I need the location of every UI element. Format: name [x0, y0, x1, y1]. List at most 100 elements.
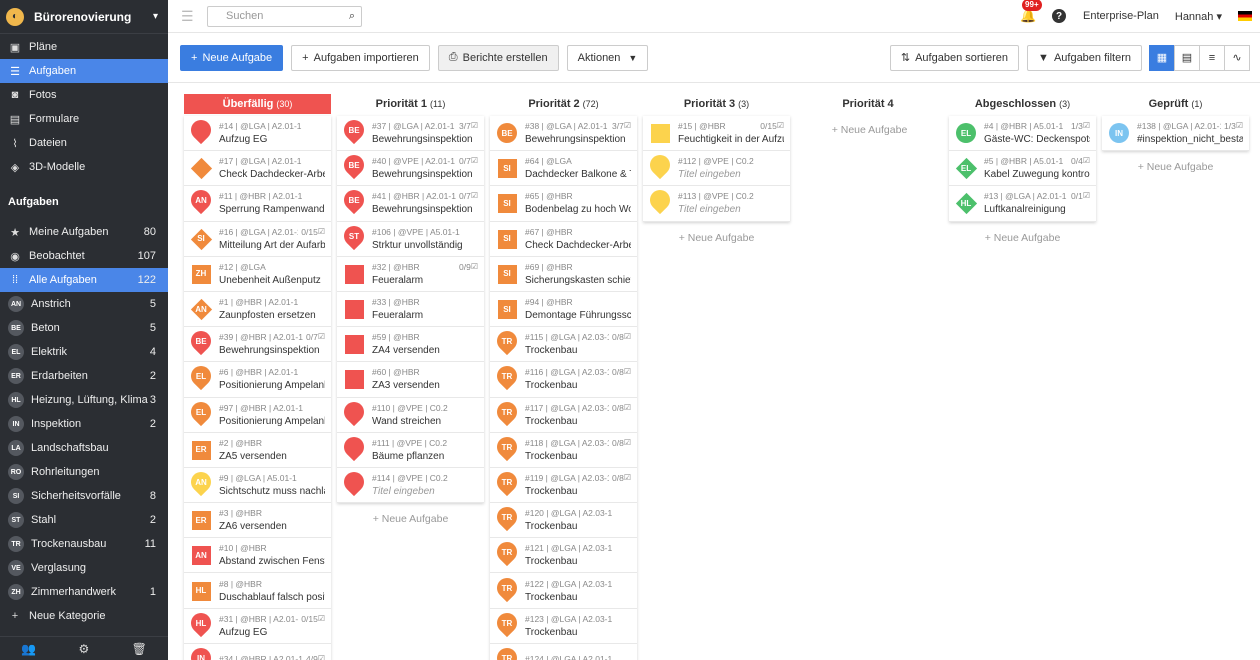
category-item[interactable]: BE Beton 5 [0, 316, 168, 340]
user-menu[interactable]: Hannah ▾ [1175, 10, 1222, 23]
task-card[interactable]: #110 | @VPE | C0.2 Wand streichen [337, 397, 484, 433]
add-task-button[interactable]: + Neue Aufgabe [1102, 161, 1249, 173]
help-icon[interactable]: ? [1052, 9, 1067, 23]
task-card[interactable]: TR #115 | @LGA | A2.03-1 0/8 ☑ Trockenbau [490, 327, 637, 363]
chart-view-icon[interactable]: ∿ [1224, 44, 1250, 71]
task-card[interactable]: AN #1 | @HBR | A2.01-1 Zaunpfosten ersetze… [184, 291, 331, 328]
gear-icon[interactable]: ⚙ [78, 642, 89, 656]
filter-item-1[interactable]: ◉ Beobachtet 107 [0, 244, 168, 268]
category-item[interactable]: ST Stahl 2 [0, 508, 168, 532]
users-icon[interactable]: 👥 [21, 642, 36, 656]
trash-icon[interactable]: 🗑 [132, 642, 147, 656]
task-card[interactable]: SI #94 | @HBR Demontage Führungsschiene [490, 291, 637, 328]
category-item[interactable]: ER Erdarbeiten 2 [0, 364, 168, 388]
add-task-button[interactable]: + Neue Aufgabe [643, 232, 790, 244]
task-card[interactable]: #17 | @LGA | A2.01-1 Check Dachdecker-Arb… [184, 151, 331, 187]
task-card[interactable]: #112 | @VPE | C0.2 Titel eingeben [643, 151, 790, 187]
add-task-button[interactable]: + Neue Aufgabe [337, 513, 484, 525]
task-card[interactable]: #114 | @VPE | C0.2 Titel eingeben [337, 467, 484, 504]
category-item[interactable]: ZH Zimmerhandwerk 1 [0, 580, 168, 604]
add-task-button[interactable]: + Neue Aufgabe [796, 124, 943, 136]
import-tasks-button[interactable]: + Aufgaben importieren [291, 44, 430, 71]
hamburger-icon[interactable]: ☰ [181, 8, 197, 25]
sidebar-item-3d-modelle[interactable]: ◈ 3D-Modelle [0, 155, 168, 179]
task-card[interactable]: IN #34 | @HBR | A2.01-1 4/9 ☑ [184, 643, 331, 660]
filter-tasks-button[interactable]: ▼ Aufgaben filtern [1027, 44, 1142, 71]
task-card[interactable]: TR #118 | @LGA | A2.03-1 0/8 ☑ Trockenbau [490, 432, 637, 468]
add-task-button[interactable]: + Neue Aufgabe [949, 232, 1096, 244]
task-card[interactable]: EL #4 | @HBR | A5.01-1 1/3 ☑ Gäste-WC: Deck… [949, 116, 1096, 152]
category-item[interactable]: TR Trockenausbau 11 [0, 532, 168, 556]
task-card[interactable]: TR #123 | @LGA | A2.03-1 Trockenbau [490, 608, 637, 644]
task-card[interactable]: SI #67 | @HBR Check Dachdecker-Arbeiten [490, 221, 637, 257]
sidebar-item-formulare[interactable]: ▤ Formulare [0, 107, 168, 131]
task-card[interactable]: IN #138 | @LGA | A2.01-1 1/3 ☑ #inspektion_… [1102, 116, 1249, 152]
task-card[interactable]: SI #16 | @LGA | A2.01-1 0/15 ☑ Mitteilung A… [184, 221, 331, 257]
new-task-button[interactable]: + Neue Aufgabe [180, 44, 284, 71]
task-card[interactable]: TR #120 | @LGA | A2.03-1 Trockenbau [490, 503, 637, 539]
task-card[interactable]: #111 | @VPE | C0.2 Bäume pflanzen [337, 432, 484, 468]
filter-item-0[interactable]: ★ Meine Aufgaben 80 [0, 220, 168, 244]
category-item[interactable]: EL Elektrik 4 [0, 340, 168, 364]
sidebar-item-fotos[interactable]: ◙ Fotos [0, 83, 168, 107]
sidebar-item-aufgaben[interactable]: ☰ Aufgaben [0, 59, 168, 83]
task-card[interactable]: TR #119 | @LGA | A2.03-1 0/8 ☑ Trockenbau [490, 467, 637, 504]
task-card[interactable]: BE #40 | @VPE | A2.01-1 0/7 ☑ Bewehrungsins… [337, 151, 484, 187]
task-card[interactable]: TR #122 | @LGA | A2.03-1 Trockenbau [490, 573, 637, 609]
task-card[interactable]: EL #6 | @HBR | A2.01-1 Positionierung Ampe… [184, 362, 331, 398]
task-card[interactable]: HL #31 | @HBR | A2.01-1 0/15 ☑ Aufzug EG [184, 608, 331, 644]
board-view-icon[interactable]: ▦ [1149, 44, 1175, 71]
calendar-view-icon[interactable]: ▤ [1174, 44, 1200, 71]
task-card[interactable]: TR #121 | @LGA | A2.03-1 Trockenbau [490, 538, 637, 574]
sort-tasks-button[interactable]: ⇅ Aufgaben sortieren [889, 44, 1020, 71]
category-item[interactable]: IN Inspektion 2 [0, 412, 168, 436]
create-reports-button[interactable]: ⎙ Berichte erstellen [437, 44, 559, 71]
task-card[interactable]: TR #124 | @LGA | A2.01-1 [490, 643, 637, 660]
task-card[interactable]: HL #8 | @HBR Duschablauf falsch positionie… [184, 573, 331, 609]
task-card[interactable]: #113 | @VPE | C0.2 Titel eingeben [643, 186, 790, 222]
task-card[interactable]: #14 | @LGA | A2.01-1 Aufzug EG [184, 116, 331, 152]
gantt-view-icon[interactable]: ≡ [1199, 44, 1225, 71]
category-item[interactable]: LA Landschaftsbau [0, 436, 168, 460]
task-card[interactable]: HL #13 | @LGA | A2.01-1 0/1 ☑ Luftkanalrein… [949, 186, 1096, 222]
task-card[interactable]: #59 | @HBR ZA4 versenden [337, 327, 484, 363]
category-item[interactable]: RO Rohrleitungen [0, 460, 168, 484]
category-item[interactable]: SI Sicherheitsvorfälle 8 [0, 484, 168, 508]
task-card[interactable]: #60 | @HBR ZA3 versenden [337, 362, 484, 398]
task-card[interactable]: #15 | @HBR 0/15 ☑ Feuchtigkeit in der Aufz… [643, 116, 790, 152]
task-card[interactable]: #33 | @HBR Feueralarm [337, 291, 484, 328]
task-card[interactable]: SI #64 | @LGA Dachdecker Balkone & Terrass… [490, 151, 637, 187]
project-switcher[interactable]: ◐ Bürorenovierung ▾ [0, 0, 168, 34]
sidebar-item-pläne[interactable]: ▣ Pläne [0, 35, 168, 59]
task-card[interactable]: AN #10 | @HBR Abstand zwischen Fenstern [184, 538, 331, 574]
actions-dropdown[interactable]: Aktionen ▼ [566, 44, 649, 71]
german-flag-icon[interactable] [1238, 11, 1252, 21]
task-card[interactable]: BE #41 | @HBR | A2.01-1 0/7 ☑ Bewehrungsins… [337, 186, 484, 222]
task-card[interactable]: #32 | @HBR 0/9 ☑ Feueralarm [337, 256, 484, 292]
category-item[interactable]: AN Anstrich 5 [0, 292, 168, 316]
task-card[interactable]: SI #65 | @HBR Bodenbelag zu hoch Wohnung [490, 186, 637, 222]
task-card[interactable]: SI #69 | @HBR Sicherungskasten schief [490, 256, 637, 292]
plan-link[interactable]: Enterprise-Plan [1083, 10, 1159, 22]
task-card[interactable]: TR #116 | @LGA | A2.03-1 0/8 ☑ Trockenbau [490, 362, 637, 398]
task-card[interactable]: ST #106 | @VPE | A5.01-1 Strktur unvollstä… [337, 221, 484, 257]
notifications-button[interactable]: 🔔 99+ [1018, 0, 1042, 24]
task-card[interactable]: ER #2 | @HBR ZA5 versenden [184, 432, 331, 468]
filter-item-2[interactable]: ⁞⁞ Alle Aufgaben 122 [0, 268, 168, 292]
task-card[interactable]: EL #5 | @HBR | A5.01-1 0/4 ☑ Kabel Zuwegung… [949, 151, 1096, 187]
task-card[interactable]: EL #97 | @HBR | A2.01-1 Positionierung Amp… [184, 397, 331, 433]
task-card[interactable]: AN #9 | @LGA | A5.01-1 Sichtschutz muss na… [184, 467, 331, 504]
task-card[interactable]: ER #3 | @HBR ZA6 versenden [184, 503, 331, 539]
task-title: Strktur unvollständig [372, 239, 463, 251]
task-card[interactable]: TR #117 | @LGA | A2.03-1 0/8 ☑ Trockenbau [490, 397, 637, 433]
task-card[interactable]: ZH #12 | @LGA Unebenheit Außenputz [184, 256, 331, 292]
task-card[interactable]: BE #38 | @LGA | A2.01-1 3/7 ☑ Bewehrungsins… [490, 116, 637, 152]
task-card[interactable]: AN #11 | @HBR | A2.01-1 Sperrung Rampenwan… [184, 186, 331, 222]
category-item[interactable]: VE Verglasung [0, 556, 168, 580]
task-card[interactable]: BE #39 | @HBR | A2.01-1 0/7 ☑ Bewehrungsins… [184, 327, 331, 363]
task-card[interactable]: BE #37 | @LGA | A2.01-1 3/7 ☑ Bewehrungsins… [337, 116, 484, 152]
new-category-button[interactable]: + Neue Kategorie [0, 604, 168, 628]
search-input[interactable]: Suchen ⌕ [207, 5, 362, 27]
sidebar-item-dateien[interactable]: ⌇ Dateien [0, 131, 168, 155]
category-item[interactable]: HL Heizung, Lüftung, Klima 3 [0, 388, 168, 412]
